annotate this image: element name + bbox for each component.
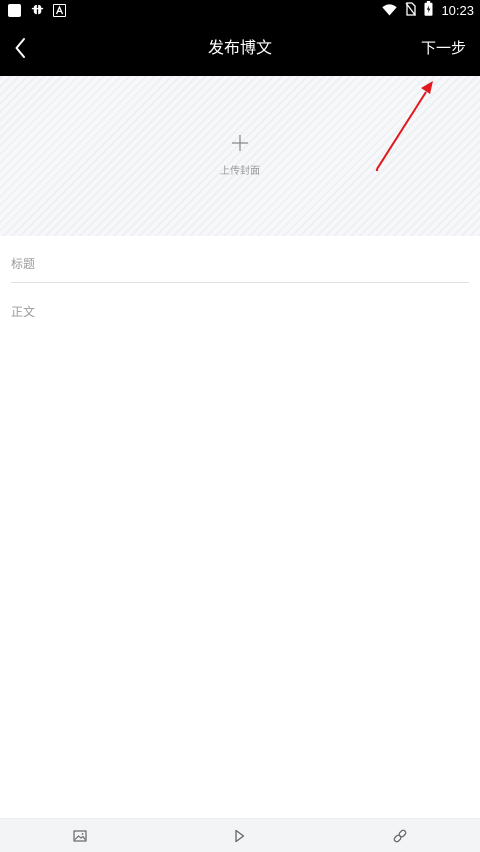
title-input[interactable] — [11, 246, 469, 283]
bug-icon — [29, 2, 45, 18]
battery-icon — [424, 0, 433, 20]
body-input[interactable] — [11, 301, 469, 801]
app-square-icon — [8, 3, 21, 17]
status-time: 10:23 — [441, 2, 474, 18]
back-button[interactable] — [4, 28, 44, 68]
editor-toolbar — [0, 818, 480, 852]
image-icon — [73, 830, 87, 842]
app-bar: 发布博文 下一步 — [0, 20, 480, 76]
upload-cover-area[interactable]: 上传封面 — [0, 76, 480, 236]
no-sim-icon — [405, 1, 417, 20]
next-step-button[interactable]: 下一步 — [421, 20, 466, 76]
status-right-icons: 10:23 — [382, 0, 474, 20]
status-bar: 10:23 — [0, 0, 480, 20]
insert-link-button[interactable] — [390, 826, 410, 846]
status-left-icons — [8, 2, 66, 18]
page-title: 发布博文 — [207, 38, 272, 57]
chevron-left-icon — [15, 38, 25, 58]
post-blog-screen: 10:23 发布博文 下一步 上传封面 — [0, 0, 480, 852]
upload-cover-label: 上传封面 — [220, 166, 260, 177]
play-icon — [235, 829, 245, 843]
plus-icon — [232, 135, 248, 151]
insert-video-button[interactable] — [229, 826, 249, 846]
insert-image-button[interactable] — [70, 826, 90, 846]
link-icon — [393, 829, 407, 843]
font-a-icon — [53, 3, 66, 17]
wifi-icon — [382, 1, 398, 20]
